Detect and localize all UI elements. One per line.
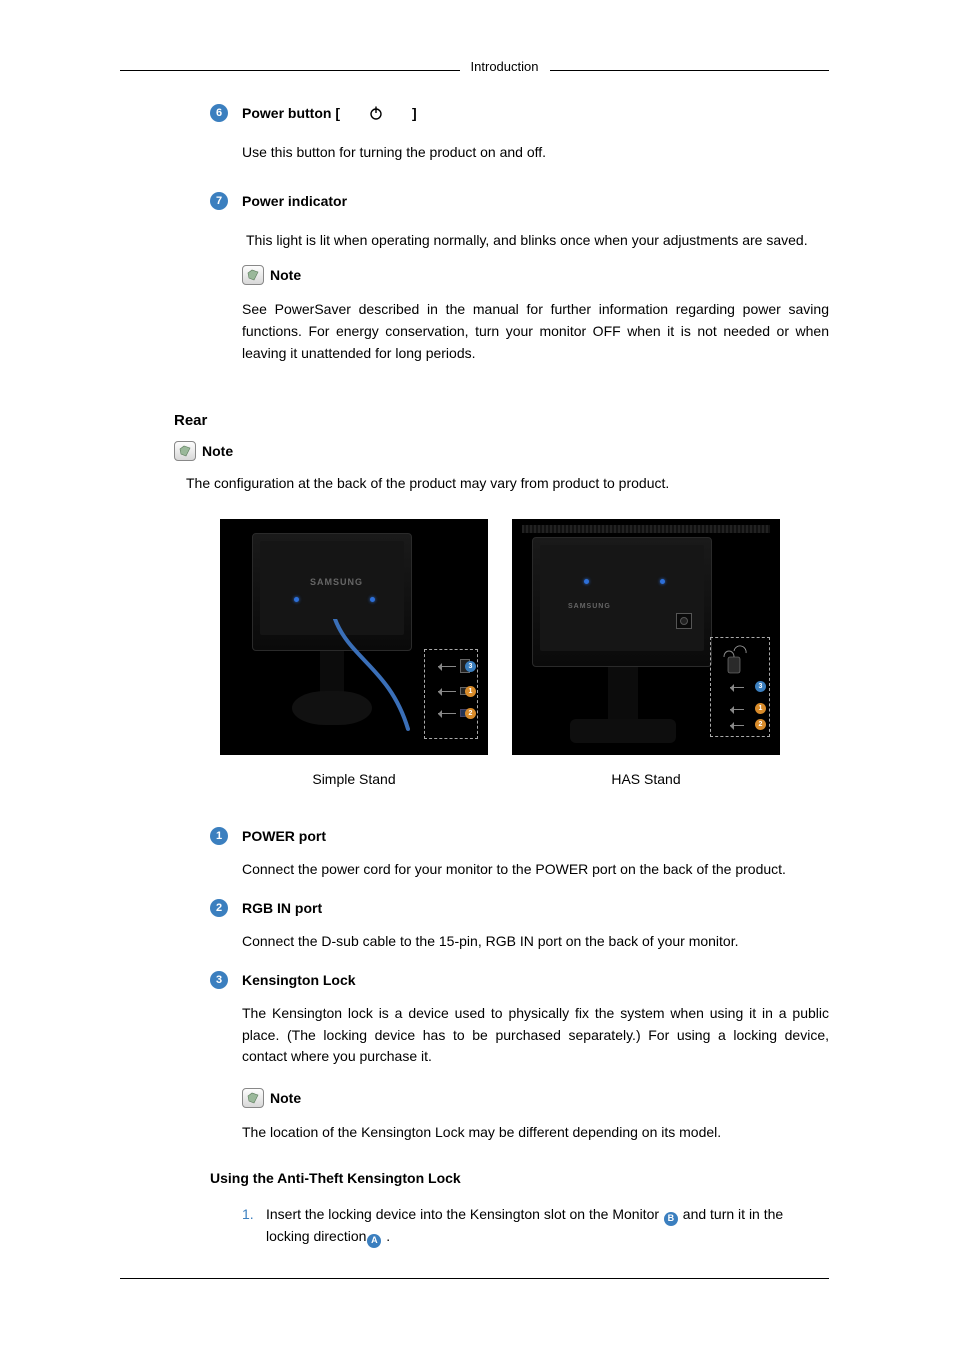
bullet-7: 7 — [210, 192, 228, 210]
item-7-note: Note See PowerSaver described in the man… — [242, 265, 829, 364]
list-item-port-3: 3 Kensington Lock The Kensington lock is… — [180, 971, 829, 1144]
item-6-title-row: Power button [ ] — [242, 104, 829, 122]
list-item-port-2: 2 RGB IN port Connect the D-sub cable to… — [180, 899, 829, 953]
port-2-title: RGB IN port — [242, 899, 829, 917]
bullet-6: 6 — [210, 104, 228, 122]
item-7-body: This light is lit when operating normall… — [242, 230, 829, 252]
rear-note-row: Note — [174, 441, 829, 461]
port-3-note: Note The location of the Kensington Lock… — [242, 1088, 829, 1144]
port-3-title: Kensington Lock — [242, 971, 829, 989]
has-stand-card: SAMSUNG 3 1 — [512, 519, 780, 787]
port-3-note-label: Note — [270, 1090, 301, 1106]
rear-note-label: Note — [202, 443, 233, 459]
antitheft-step-1: 1. Insert the locking device into the Ke… — [242, 1204, 829, 1248]
port-3-note-body: The location of the Kensington Lock may … — [242, 1122, 829, 1144]
rear-heading: Rear — [174, 412, 207, 429]
product-images-row: SAMSUNG 3 1 2 Simple Stand — [220, 519, 829, 787]
bullet-port-3: 3 — [210, 971, 228, 989]
samsung-logo: SAMSUNG — [310, 577, 363, 587]
item-6-title: Power button [ — [242, 105, 340, 121]
list-item-port-1: 1 POWER port Connect the power cord for … — [180, 827, 829, 881]
list-item-6: 6 Power button [ ] Use this button for t… — [180, 104, 829, 164]
simple-stand-caption: Simple Stand — [220, 771, 488, 787]
footer-rule — [120, 1278, 829, 1279]
has-stand-image: SAMSUNG 3 1 — [512, 519, 780, 755]
antitheft-heading: Using the Anti-Theft Kensington Lock — [210, 1170, 829, 1186]
bullet-port-2: 2 — [210, 899, 228, 917]
item-7-note-body: See PowerSaver described in the manual f… — [242, 299, 829, 364]
port-1-title: POWER port — [242, 827, 829, 845]
item-7-title: Power indicator — [242, 192, 829, 210]
has-stand-caption: HAS Stand — [512, 771, 780, 787]
list-item-7: 7 Power indicator This light is lit when… — [180, 192, 829, 365]
port-2-body: Connect the D-sub cable to the 15-pin, R… — [242, 931, 829, 953]
item-6-body: Use this button for turning the product … — [242, 142, 829, 164]
page-header: Introduction — [460, 59, 550, 74]
step-text: Insert the locking device into the Kensi… — [266, 1204, 829, 1248]
note-icon — [242, 265, 264, 285]
rear-heading-row: Rear — [174, 412, 829, 429]
rear-config-text: The configuration at the back of the pro… — [186, 475, 829, 491]
inline-marker-b: B — [664, 1212, 678, 1226]
step-number: 1. — [242, 1204, 266, 1248]
note-icon — [174, 441, 196, 461]
port-1-body: Connect the power cord for your monitor … — [242, 859, 829, 881]
samsung-logo: SAMSUNG — [568, 603, 611, 610]
port-3-body: The Kensington lock is a device used to … — [242, 1003, 829, 1068]
note-icon — [242, 1088, 264, 1108]
item-6-title-after: ] — [412, 105, 417, 121]
kensington-lock-illustration — [720, 645, 750, 679]
item-7-note-label: Note — [270, 267, 301, 283]
inline-marker-a: A — [367, 1234, 381, 1248]
simple-stand-card: SAMSUNG 3 1 2 Simple Stand — [220, 519, 488, 787]
bullet-port-1: 1 — [210, 827, 228, 845]
power-icon — [368, 105, 384, 121]
simple-stand-image: SAMSUNG 3 1 2 — [220, 519, 488, 755]
